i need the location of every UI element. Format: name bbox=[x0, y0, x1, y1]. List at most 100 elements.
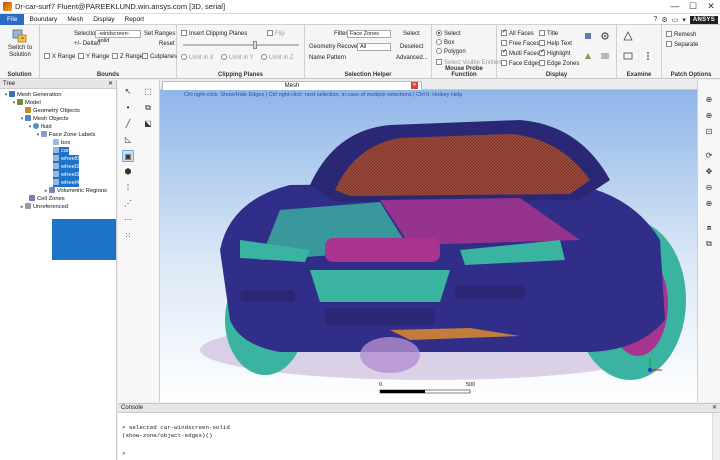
reset-button[interactable]: Reset bbox=[159, 41, 175, 47]
clipping-slider[interactable] bbox=[183, 41, 299, 49]
menu-display[interactable]: Display bbox=[88, 14, 119, 25]
tree-node-geometry-objects[interactable]: Geometry Objects bbox=[25, 107, 80, 115]
collapse-icon[interactable]: ▾ bbox=[27, 123, 33, 131]
switch-to-solution-button[interactable]: Switch to Solution bbox=[3, 29, 37, 59]
selection-field[interactable]: -windscreen-solid bbox=[95, 30, 141, 44]
delta-value[interactable]: 0 bbox=[97, 41, 100, 47]
limit-z-radio[interactable]: Limit in Z bbox=[261, 54, 293, 61]
examine-triangle-icon[interactable] bbox=[623, 31, 633, 41]
help-icon[interactable]: ? bbox=[654, 16, 658, 23]
graphics-viewport[interactable]: Ctrl right-click: Show/Hide Edges | Ctrl… bbox=[160, 90, 697, 402]
advanced-button[interactable]: Advanced... bbox=[396, 55, 428, 61]
zoom-out-icon[interactable]: ⊖ bbox=[703, 182, 715, 194]
tree-node-wheel3[interactable]: wheel3 bbox=[53, 171, 80, 179]
rotate-icon[interactable]: ⟳ bbox=[703, 150, 715, 162]
mesh-tab[interactable]: Mesh ✕ bbox=[162, 81, 422, 90]
free-faces-checkbox[interactable]: Free Faces bbox=[501, 40, 539, 47]
examine-report-icon[interactable] bbox=[623, 51, 633, 61]
filter-select[interactable]: Face Zones bbox=[347, 30, 391, 38]
highlight-checkbox[interactable]: Highlight bbox=[539, 48, 570, 57]
view-cube-icon[interactable]: ⧈ bbox=[703, 222, 715, 234]
tree-node-fluid[interactable]: ▾ fluid bbox=[27, 123, 52, 131]
zoom-in-icon[interactable]: ⊕ bbox=[703, 110, 715, 122]
menu-mesh[interactable]: Mesh bbox=[62, 14, 88, 25]
magnify-icon[interactable]: ⊕ bbox=[703, 198, 715, 210]
deselect-button[interactable]: Deselect bbox=[400, 44, 423, 50]
zoom-area-icon[interactable]: ⊡ bbox=[703, 126, 715, 138]
zone-icon[interactable]: ⬕ bbox=[142, 118, 154, 130]
title-checkbox[interactable]: Title bbox=[539, 30, 558, 37]
display-lines-icon[interactable] bbox=[600, 51, 610, 61]
tree-close-icon[interactable]: ✕ bbox=[108, 80, 113, 89]
menu-report[interactable]: Report bbox=[120, 14, 150, 25]
node-icon[interactable]: ⋰ bbox=[122, 198, 134, 210]
scatter-icon[interactable]: ⁙ bbox=[122, 230, 134, 242]
set-ranges-button[interactable]: Set Ranges bbox=[144, 31, 175, 37]
multi-faces-checkbox[interactable]: Multi Faces bbox=[501, 48, 540, 57]
console-prompt[interactable]: > bbox=[122, 450, 125, 457]
limit-x-radio[interactable]: Limit in X bbox=[181, 54, 214, 61]
zoom-fit-icon[interactable]: ⊕ bbox=[703, 94, 715, 106]
layout-icon[interactable]: ▭ bbox=[672, 16, 679, 24]
tree-node-box[interactable]: box bbox=[53, 139, 70, 147]
display-shapes-icon[interactable] bbox=[583, 51, 593, 61]
select-visible-checkbox[interactable]: Select Visible Entities bbox=[436, 59, 501, 66]
help-text-checkbox[interactable]: Help Text bbox=[539, 40, 572, 47]
clipping-slider-knob[interactable] bbox=[252, 41, 257, 49]
tree-node-model[interactable]: ▾ Model bbox=[11, 99, 41, 107]
tree-node-wheel4[interactable]: wheel4 bbox=[53, 179, 80, 187]
console-scrollbar[interactable] bbox=[712, 413, 720, 460]
point-icon[interactable]: • bbox=[122, 102, 134, 114]
x-range-checkbox[interactable]: X Range bbox=[44, 53, 75, 60]
all-faces-checkbox[interactable]: All Faces bbox=[501, 28, 534, 37]
tree-node-cell-zones[interactable]: Cell Zones bbox=[29, 195, 65, 203]
probe-box-radio[interactable]: Box bbox=[436, 39, 454, 46]
face-select-icon[interactable]: ▣ bbox=[122, 150, 134, 162]
view-options-icon[interactable]: ⧉ bbox=[703, 238, 715, 250]
mesh-tab-close-icon[interactable]: ✕ bbox=[411, 82, 418, 89]
pointer-icon[interactable]: ↖ bbox=[122, 86, 134, 98]
display-cube-icon[interactable] bbox=[583, 31, 593, 41]
geometry-recovery-select[interactable]: All bbox=[357, 43, 391, 51]
display-gear-icon[interactable] bbox=[600, 31, 610, 41]
maximize-button[interactable]: ☐ bbox=[684, 0, 702, 14]
tree-node-mesh-objects[interactable]: ▾ Mesh Objects bbox=[19, 115, 68, 123]
tree-node-volumetric-regions[interactable]: ▸ Volumetric Regions bbox=[43, 187, 107, 195]
copy-icon[interactable]: ⧉ bbox=[142, 102, 154, 114]
probe-polygon-radio[interactable]: Polygon bbox=[436, 48, 466, 55]
tree-node-wheel0[interactable]: wheel0 bbox=[53, 155, 80, 163]
menu-file[interactable]: File bbox=[0, 13, 25, 25]
more-icon[interactable]: ▾ bbox=[682, 16, 686, 24]
edge-zones-checkbox[interactable]: Edge Zones bbox=[539, 60, 579, 67]
z-range-checkbox[interactable]: Z Range bbox=[112, 53, 143, 60]
settings-icon[interactable]: ⚙ bbox=[661, 16, 667, 24]
insert-clipping-checkbox[interactable]: Insert Clipping Planes bbox=[181, 30, 247, 37]
tree-node-face-zone-labels[interactable]: ▾ Face Zone Labels bbox=[35, 131, 95, 139]
select-box-icon[interactable]: ⬚ bbox=[142, 86, 154, 98]
triangle-icon[interactable]: ◺ bbox=[122, 134, 134, 146]
cutplanes-checkbox[interactable]: Cutplanes bbox=[142, 53, 177, 60]
select-button[interactable]: Select bbox=[403, 31, 420, 37]
minimize-button[interactable]: — bbox=[666, 0, 684, 14]
tree-label: Mesh Objects bbox=[33, 116, 69, 122]
pan-icon[interactable]: ✥ bbox=[703, 166, 715, 178]
console-close-icon[interactable]: ✕ bbox=[712, 404, 717, 413]
close-button[interactable]: ✕ bbox=[702, 0, 720, 14]
tree-node-mesh-generation[interactable]: ▾ Mesh Generation bbox=[3, 91, 61, 99]
separate-checkbox[interactable]: Separate bbox=[666, 41, 698, 48]
remesh-checkbox[interactable]: Remesh bbox=[666, 31, 696, 38]
face-edges-checkbox[interactable]: Face Edges bbox=[501, 60, 541, 67]
line-icon[interactable]: ╱ bbox=[122, 118, 134, 130]
grid-icon[interactable]: ⁞ bbox=[122, 182, 134, 194]
flip-checkbox[interactable]: Flip bbox=[267, 30, 285, 37]
dots-icon[interactable]: ⋯ bbox=[122, 214, 134, 226]
object-icon[interactable]: ⬢ bbox=[122, 166, 134, 178]
limit-y-radio[interactable]: Limit in Y bbox=[221, 54, 254, 61]
menu-boundary[interactable]: Boundary bbox=[24, 14, 62, 25]
tree-node-wheel2[interactable]: wheel2 bbox=[53, 163, 80, 171]
tree-node-car[interactable]: car bbox=[53, 147, 70, 155]
tree-node-unreferenced[interactable]: ▸ Unreferenced bbox=[19, 203, 68, 211]
examine-more-icon[interactable] bbox=[643, 51, 653, 61]
y-range-checkbox[interactable]: Y Range bbox=[78, 53, 109, 60]
probe-select-radio[interactable]: Select bbox=[436, 30, 461, 37]
